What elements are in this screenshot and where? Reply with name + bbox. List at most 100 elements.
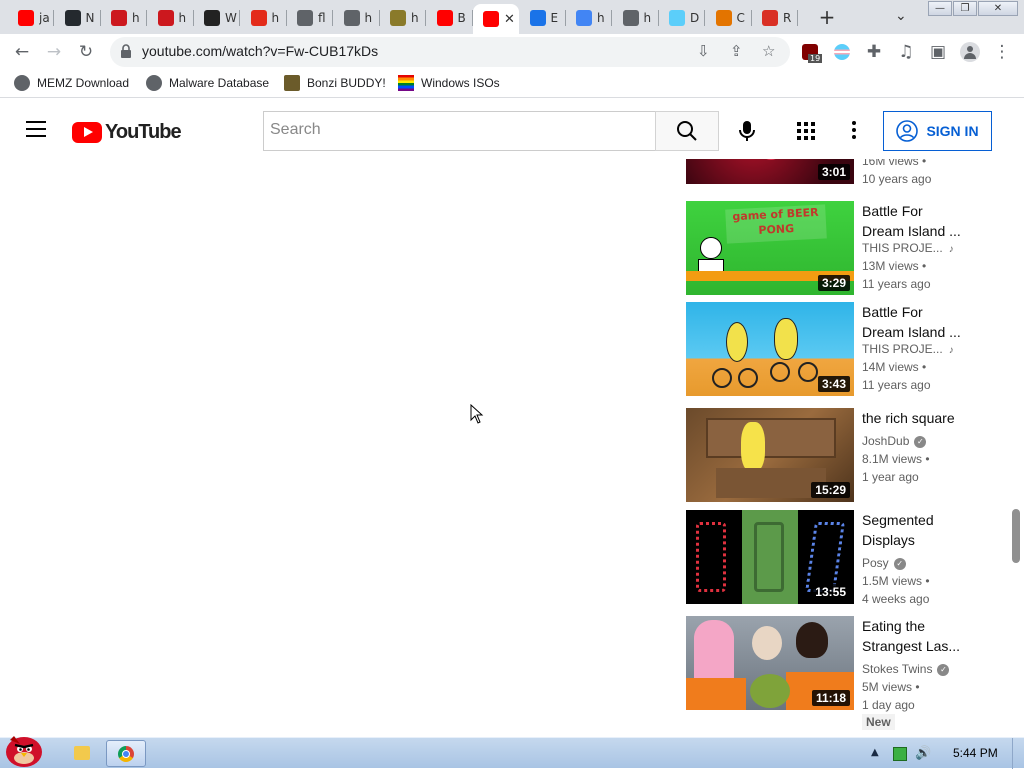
video-thumbnail[interactable]: 15:29 bbox=[686, 408, 854, 502]
tab-15[interactable]: C bbox=[706, 5, 752, 30]
video-meta: 14M views • bbox=[862, 360, 927, 374]
tab-search-icon[interactable]: ⌄ bbox=[895, 8, 907, 24]
youtube-logo[interactable]: YouTube bbox=[72, 121, 182, 144]
page-scrollbar-track[interactable] bbox=[1008, 159, 1024, 737]
bookmark-windows-isos[interactable]: Windows ISOs bbox=[398, 75, 500, 91]
new-tab-button[interactable]: + bbox=[816, 6, 838, 28]
channel-name[interactable]: Posy ✓ bbox=[862, 554, 906, 572]
video-title[interactable]: Battle For Dream Island ... bbox=[862, 201, 990, 241]
tab-13[interactable]: h bbox=[613, 5, 659, 30]
start-button-angry-bird-icon[interactable] bbox=[2, 730, 46, 768]
video-thumbnail[interactable]: 3:01 bbox=[686, 159, 854, 184]
media-control-icon[interactable]: ♫ bbox=[896, 42, 916, 62]
minimize-button[interactable]: — bbox=[928, 1, 952, 16]
tab-9[interactable]: B bbox=[427, 5, 473, 30]
video-title[interactable]: the rich square bbox=[862, 408, 990, 428]
bookmark-star-icon[interactable]: ☆ bbox=[762, 42, 775, 60]
title-line: Dream Island ... bbox=[862, 324, 961, 340]
video-title[interactable]: Battle For Dream Island ... bbox=[862, 302, 990, 342]
tab-label: N bbox=[85, 10, 95, 25]
ublock-extension-icon[interactable]: 19 bbox=[800, 42, 823, 63]
share-icon[interactable]: ⇪ bbox=[730, 42, 743, 60]
address-bar[interactable]: youtube.com/watch?v=Fw-CUB17kDs ⇩ ⇪ ☆ bbox=[110, 37, 790, 67]
channel-name[interactable]: JoshDub ✓ bbox=[862, 432, 927, 450]
page-scrollbar-thumb[interactable] bbox=[1012, 509, 1020, 563]
tab-2[interactable]: h bbox=[101, 5, 147, 30]
taskbar-explorer[interactable] bbox=[62, 740, 102, 767]
tab-5[interactable]: h bbox=[241, 5, 287, 30]
reload-icon[interactable]: ↻ bbox=[76, 42, 96, 62]
video-thumbnail[interactable]: game of BEER PONG 3:29 bbox=[686, 201, 854, 295]
volume-icon[interactable]: 🔊 bbox=[915, 747, 931, 761]
maximize-button[interactable]: ❐ bbox=[953, 1, 977, 16]
youtube-old-icon bbox=[157, 9, 174, 26]
flag-extension-icon[interactable] bbox=[832, 42, 852, 62]
taskbar-chrome[interactable] bbox=[106, 740, 146, 767]
pixel-icon bbox=[390, 9, 406, 26]
profile-icon[interactable] bbox=[960, 42, 980, 62]
video-thumbnail[interactable]: 13:55 bbox=[686, 510, 854, 604]
bookmark-label: Windows ISOs bbox=[421, 76, 500, 90]
video-duration: 15:29 bbox=[811, 482, 850, 498]
recommendation-item[interactable]: 13:55 Segmented Displays Posy ✓ 1.5M view… bbox=[686, 510, 1006, 606]
close-window-button[interactable]: ✕ bbox=[978, 1, 1018, 16]
channel-name[interactable]: THIS PROJE... ♪ bbox=[862, 340, 954, 360]
tab-4[interactable]: W bbox=[194, 5, 240, 30]
tab-14[interactable]: D bbox=[659, 5, 705, 30]
search-button[interactable] bbox=[655, 111, 719, 151]
back-icon[interactable]: ← bbox=[12, 42, 32, 62]
music-note-icon: ♪ bbox=[948, 345, 954, 356]
taskbar-clock[interactable]: 5:44 PM bbox=[953, 746, 998, 760]
recommendation-item[interactable]: 11:18 Eating the Strangest Las... Stokes… bbox=[686, 616, 1006, 736]
video-thumbnail[interactable]: 11:18 bbox=[686, 616, 854, 710]
forward-icon[interactable]: → bbox=[44, 42, 64, 62]
view-count: 16M views bbox=[862, 159, 919, 168]
side-panel-icon[interactable]: ▣ bbox=[928, 42, 948, 62]
recommendation-item[interactable]: 3:01 16M views • 10 years ago bbox=[686, 159, 1006, 186]
video-thumbnail[interactable]: 3:43 bbox=[686, 302, 854, 396]
tab-3[interactable]: h bbox=[148, 5, 194, 30]
apps-grid-icon[interactable] bbox=[797, 122, 815, 140]
music-note-icon: ♪ bbox=[948, 244, 954, 255]
tab-6[interactable]: fl bbox=[287, 5, 333, 30]
show-desktop-button[interactable] bbox=[1012, 738, 1024, 769]
close-tab-icon[interactable]: ✕ bbox=[504, 12, 515, 27]
microphone-icon[interactable] bbox=[737, 120, 757, 142]
view-count: 5M views bbox=[862, 680, 913, 694]
bookmark-label: MEMZ Download bbox=[37, 76, 130, 90]
channel-label: Stokes Twins bbox=[862, 662, 933, 676]
tab-11[interactable]: E bbox=[520, 5, 566, 30]
url-text[interactable]: youtube.com/watch?v=Fw-CUB17kDs bbox=[142, 43, 378, 59]
tab-label: h bbox=[178, 10, 187, 25]
network-icon[interactable] bbox=[893, 747, 907, 761]
sign-in-button[interactable]: SIGN IN bbox=[883, 111, 992, 151]
tab-0[interactable]: ja bbox=[8, 5, 54, 30]
bookmark-bonzi-buddy[interactable]: Bonzi BUDDY! bbox=[284, 75, 386, 91]
bookmark-malware-database[interactable]: Malware Database bbox=[146, 75, 269, 91]
tab-7[interactable]: h bbox=[334, 5, 380, 30]
flag-icon bbox=[669, 9, 685, 26]
menu-hamburger-icon[interactable] bbox=[26, 121, 46, 137]
channel-name[interactable]: THIS PROJE... ♪ bbox=[862, 239, 954, 259]
tab-8[interactable]: h bbox=[380, 5, 426, 30]
channel-name[interactable]: Stokes Twins ✓ bbox=[862, 660, 950, 678]
bookmark-memz[interactable]: MEMZ Download bbox=[14, 75, 129, 91]
tab-16[interactable]: R bbox=[752, 5, 798, 30]
search-input[interactable]: Search bbox=[263, 111, 656, 151]
chrome-menu-icon[interactable]: ⋮ bbox=[992, 42, 1012, 62]
recommendation-item[interactable]: game of BEER PONG 3:29 Battle For Dream … bbox=[686, 201, 1006, 297]
video-title[interactable]: Segmented Displays bbox=[862, 510, 990, 550]
recommendation-item[interactable]: 15:29 the rich square JoshDub ✓ 8.1M view… bbox=[686, 408, 1006, 504]
install-app-icon[interactable]: ⇩ bbox=[697, 42, 710, 60]
tab-label: R bbox=[783, 10, 792, 25]
settings-kebab-icon[interactable] bbox=[852, 121, 856, 142]
video-title[interactable]: Eating the Strangest Las... bbox=[862, 616, 990, 656]
view-count: 1.5M views bbox=[862, 574, 923, 588]
extensions-puzzle-icon[interactable]: ✚ bbox=[864, 42, 884, 62]
tab-12[interactable]: h bbox=[566, 5, 612, 30]
recommendation-item[interactable]: 3:43 Battle For Dream Island ... THIS PR… bbox=[686, 302, 1006, 398]
tab-1[interactable]: N bbox=[55, 5, 101, 30]
lock-icon[interactable] bbox=[120, 44, 132, 59]
tab-10[interactable]: ✕ bbox=[473, 4, 519, 34]
show-hidden-icons[interactable]: ▲ bbox=[871, 747, 879, 758]
